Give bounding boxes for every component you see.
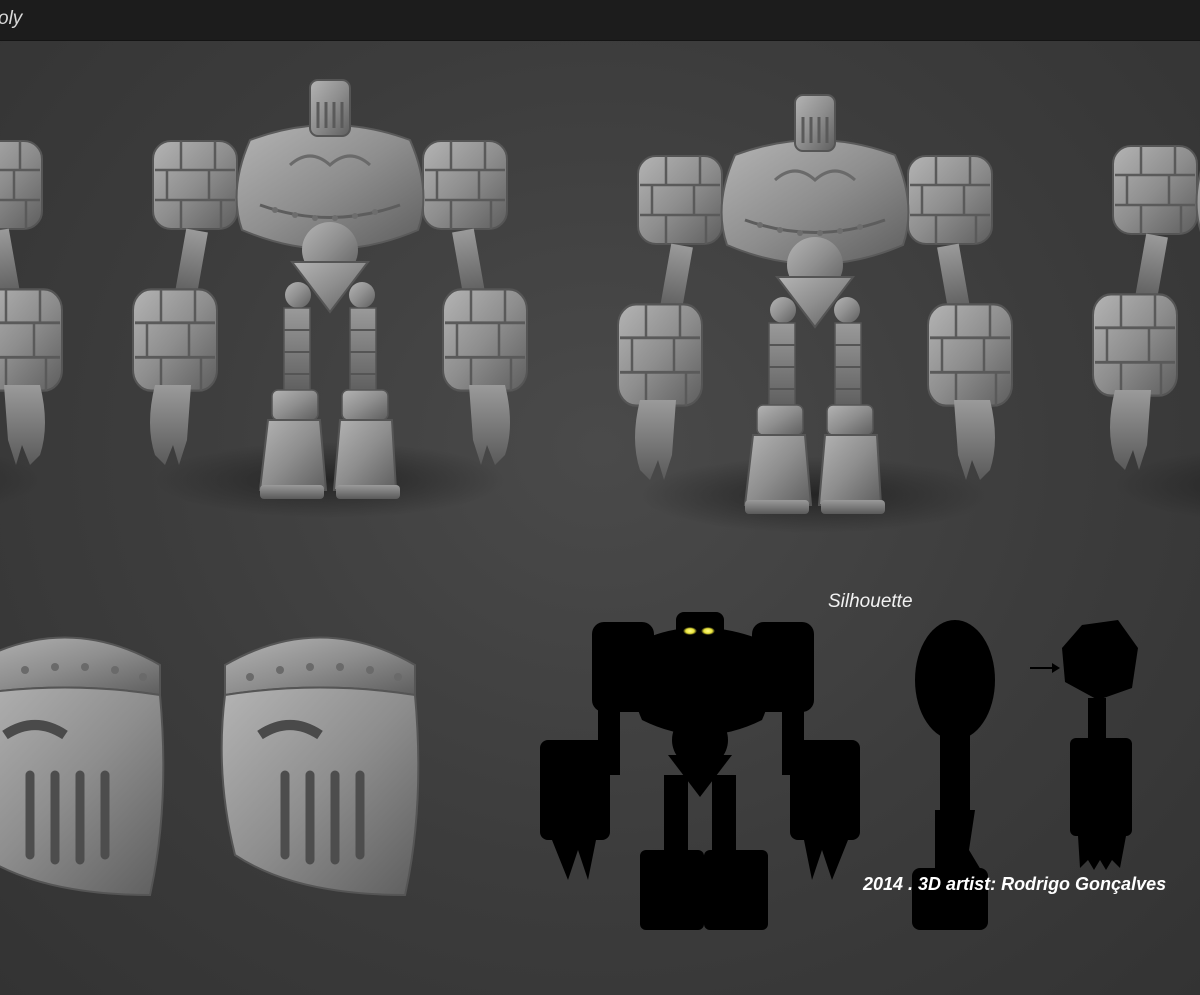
robot-front-render bbox=[133, 80, 527, 518]
left-edge-partial-render bbox=[0, 80, 62, 518]
silhouette-arm bbox=[1062, 620, 1138, 870]
robot-back-render bbox=[618, 95, 1012, 533]
credit-caption: 2014 . 3D artist: Rodrigo Gonçalves bbox=[863, 874, 1167, 894]
top-bar: oly bbox=[0, 0, 1200, 41]
right-arrow-icon bbox=[1030, 663, 1060, 673]
silhouette-caption: Silhouette bbox=[828, 591, 913, 612]
silhouette-front bbox=[540, 612, 860, 930]
helmet-side-render bbox=[222, 638, 419, 896]
right-edge-partial-render bbox=[1093, 85, 1200, 523]
helmet-front-render bbox=[0, 638, 163, 896]
top-bar-title: oly bbox=[0, 8, 23, 29]
render-canvas bbox=[0, 40, 1200, 930]
